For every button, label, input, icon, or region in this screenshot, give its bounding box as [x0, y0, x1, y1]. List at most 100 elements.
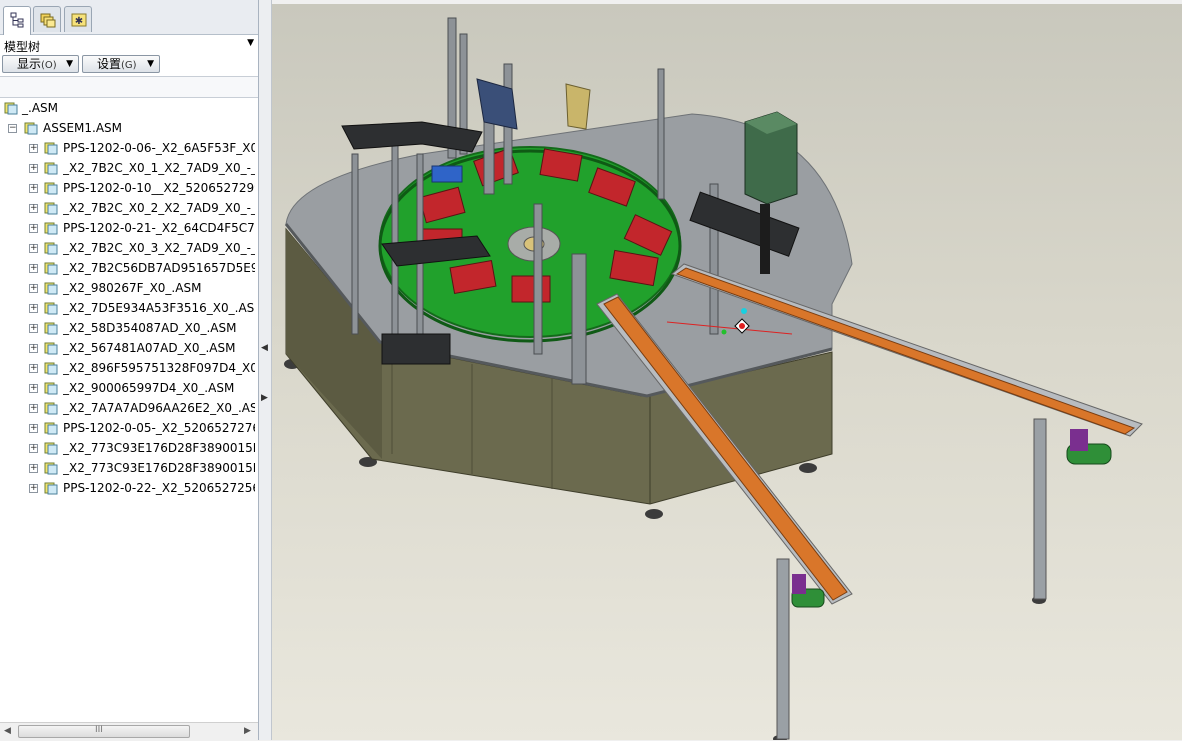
assembly-icon: [44, 342, 58, 355]
assembly-icon: [44, 282, 58, 295]
scroll-thumb-grip: III: [95, 725, 103, 735]
assembly-icon: [44, 422, 58, 435]
expand-icon[interactable]: +: [29, 444, 38, 453]
bracket-part: [565, 83, 591, 130]
expand-icon[interactable]: +: [29, 204, 38, 213]
tree-item[interactable]: + _X2_7B2C56DB7AD951657D5E934: [28, 258, 258, 278]
tree-item-label: PPS-1202-0-21-_X2_64CD4F5C7BE: [63, 221, 255, 235]
tree-root-label: _.ASM: [22, 101, 58, 115]
tree-item[interactable]: + PPS-1202-0-06-_X2_6A5F53F_X0_.: [28, 138, 258, 158]
assembly-icon: [44, 302, 58, 315]
assembly-icon: [44, 362, 58, 375]
tree-item[interactable]: + _X2_7B2C_X0_1_X2_7AD9_X0_-_X2: [28, 158, 258, 178]
tree-item-label: _X2_7B2C56DB7AD951657D5E934: [63, 261, 255, 275]
expand-icon[interactable]: +: [29, 424, 38, 433]
tree-item-label: _X2_7B2C_X0_1_X2_7AD9_X0_-_X2: [63, 161, 255, 175]
expand-icon[interactable]: +: [29, 244, 38, 253]
model-tree-tab-icon: [10, 12, 24, 28]
show-button[interactable]: 显示(O) ▼: [2, 55, 79, 73]
tree-item[interactable]: + _X2_58D354087AD_X0_.ASM: [28, 318, 258, 338]
tree-title: 模型树: [4, 40, 41, 54]
tree-item[interactable]: + _X2_773C93E176D28F3890015E3_: [28, 458, 258, 478]
tree-item-label: _X2_58D354087AD_X0_.ASM: [63, 321, 237, 335]
collapse-left-icon[interactable]: ◀: [261, 343, 268, 353]
assembly-icon: [24, 122, 38, 135]
tree-item-label: _X2_900065997D4_X0_.ASM: [63, 381, 235, 395]
assembly-icon: [44, 442, 58, 455]
tree-root[interactable]: _.ASM: [4, 98, 254, 118]
assembly-icon: [44, 402, 58, 415]
collapse-icon[interactable]: −: [8, 124, 17, 133]
panel-splitter[interactable]: ◀ ▶: [259, 0, 272, 740]
tree-item[interactable]: + _X2_7B2C_X0_2_X2_7AD9_X0_-_X2: [28, 198, 258, 218]
tree-item[interactable]: + PPS-1202-0-22-_X2_52065272566: [28, 478, 258, 498]
svg-text:✱: ✱: [75, 16, 83, 27]
tree-item[interactable]: + PPS-1202-0-21-_X2_64CD4F5C7BE: [28, 218, 258, 238]
expand-icon[interactable]: +: [29, 464, 38, 473]
assembly-icon: [44, 262, 58, 275]
expand-icon[interactable]: +: [29, 184, 38, 193]
tree-item-label: _X2_896F595751328F097D4_X0_.A: [63, 361, 255, 375]
tree-filter-bar[interactable]: [0, 76, 258, 98]
expand-icon[interactable]: +: [29, 404, 38, 413]
chevron-down-icon: ▼: [66, 59, 73, 69]
expand-icon[interactable]: +: [29, 164, 38, 173]
tree-item-label: _X2_7B2C_X0_2_X2_7AD9_X0_-_X2: [63, 201, 255, 215]
tree-item-label: _X2_567481A07AD_X0_.ASM: [63, 341, 236, 355]
expand-icon[interactable]: +: [29, 324, 38, 333]
horizontal-scrollbar[interactable]: ◀ III ▶: [0, 722, 258, 741]
scroll-right-icon[interactable]: ▶: [244, 726, 251, 736]
expand-right-icon[interactable]: ▶: [261, 393, 268, 403]
chevron-down-icon[interactable]: ▼: [247, 38, 254, 48]
tree-item[interactable]: + PPS-1202-0-05-_X2_5206527276E: [28, 418, 258, 438]
tree-item-label: _X2_7D5E934A53F3516_X0_.ASM: [63, 301, 255, 315]
tree-item[interactable]: + PPS-1202-0-10__X2_5206527299A: [28, 178, 258, 198]
tree-assembly[interactable]: − ASSEM1.ASM: [4, 118, 254, 138]
assembly-3d-model[interactable]: [272, 4, 1182, 740]
tree-item[interactable]: + _X2_896F595751328F097D4_X0_.A: [28, 358, 258, 378]
expand-icon[interactable]: +: [29, 144, 38, 153]
expand-icon[interactable]: +: [29, 484, 38, 493]
assembly-icon: [44, 382, 58, 395]
scroll-left-icon[interactable]: ◀: [4, 726, 11, 736]
assembly-icon: [44, 142, 58, 155]
tree-item-label: _X2_7A7A7AD96AA26E2_X0_.ASM: [63, 401, 255, 415]
assembly-icon: [44, 182, 58, 195]
tree-item[interactable]: + _X2_7A7A7AD96AA26E2_X0_.ASM: [28, 398, 258, 418]
chevron-down-icon: ▼: [147, 59, 154, 69]
expand-icon[interactable]: +: [29, 264, 38, 273]
tree-item[interactable]: + _X2_900065997D4_X0_.ASM: [28, 378, 258, 398]
favorites-tab[interactable]: ✱: [64, 6, 92, 32]
tree-item[interactable]: + _X2_773C93E176D28F3890015E3_: [28, 438, 258, 458]
tree-item[interactable]: + _X2_7D5E934A53F3516_X0_.ASM: [28, 298, 258, 318]
assembly-icon: [44, 222, 58, 235]
layers-tab-icon: [40, 13, 56, 28]
settings-button[interactable]: 设置(G) ▼: [82, 55, 160, 73]
tree-item-label: _X2_7B2C_X0_3_X2_7AD9_X0_-_X2: [63, 241, 255, 255]
tree-item-label: PPS-1202-0-05-_X2_5206527276E: [63, 421, 255, 435]
assembly-icon: [44, 462, 58, 475]
model-tree-panel: ✱ 模型树 ▼ 显示(O) ▼ 设置(G) ▼ _.ASM − ASSEM1.A…: [0, 0, 259, 741]
tree-item[interactable]: + _X2_7B2C_X0_3_X2_7AD9_X0_-_X2: [28, 238, 258, 258]
assembly-icon: [44, 202, 58, 215]
model-tree-tab[interactable]: [3, 6, 31, 35]
expand-icon[interactable]: +: [29, 304, 38, 313]
model-tree: _.ASM − ASSEM1.ASM + PPS-1202-0-06-_X2_6A…: [0, 98, 258, 718]
expand-icon[interactable]: +: [29, 224, 38, 233]
tree-item-label: PPS-1202-0-10__X2_5206527299A: [63, 181, 255, 195]
tree-item-label: PPS-1202-0-06-_X2_6A5F53F_X0_.: [63, 141, 255, 155]
show-button-shortcut: (O): [41, 60, 57, 71]
expand-icon[interactable]: +: [29, 384, 38, 393]
expand-icon[interactable]: +: [29, 344, 38, 353]
tree-item[interactable]: + _X2_980267F_X0_.ASM: [28, 278, 258, 298]
tree-item-label: PPS-1202-0-22-_X2_52065272566: [63, 481, 255, 495]
assembly-icon: [44, 322, 58, 335]
favorites-tab-icon: ✱: [71, 13, 87, 27]
scroll-thumb[interactable]: III: [18, 725, 190, 738]
expand-icon[interactable]: +: [29, 364, 38, 373]
expand-icon[interactable]: +: [29, 284, 38, 293]
3d-viewport[interactable]: [272, 4, 1182, 740]
layers-tab[interactable]: [33, 6, 61, 32]
tree-item[interactable]: + _X2_567481A07AD_X0_.ASM: [28, 338, 258, 358]
assembly-icon: [44, 242, 58, 255]
